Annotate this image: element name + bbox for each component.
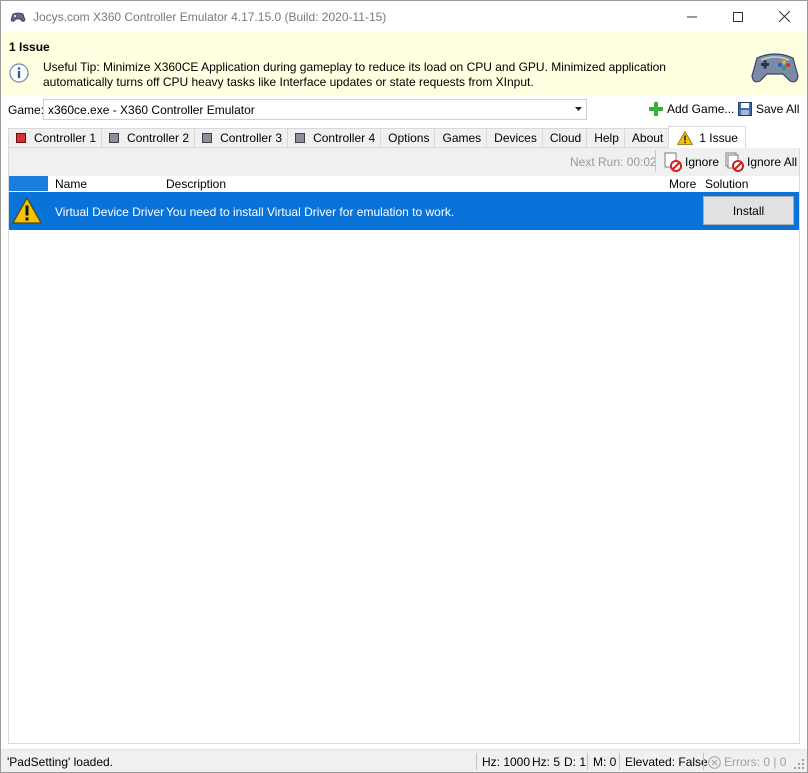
status-errors[interactable]: Errors: 0 | 0 — [708, 755, 786, 769]
app-window: Jocys.com X360 Controller Emulator 4.17.… — [0, 0, 808, 773]
tab-label: Controller 1 — [34, 131, 97, 145]
tab-strip: Controller 1 Controller 2 Controller 3 C… — [8, 126, 746, 148]
status-message: 'PadSetting' loaded. — [7, 755, 113, 769]
status-separator — [587, 753, 588, 770]
tab-label: Controller 2 — [127, 131, 190, 145]
game-select-value: x360ce.exe - X360 Controller Emulator — [48, 103, 255, 117]
tab-label: Games — [442, 131, 482, 145]
tab-label: Help — [594, 131, 619, 145]
controller-red-icon — [16, 133, 26, 143]
tab-label: Controller 3 — [220, 131, 283, 145]
column-header-name[interactable]: Name — [55, 177, 87, 191]
tip-title: 1 Issue — [9, 40, 50, 54]
warning-icon — [12, 197, 42, 224]
status-separator — [619, 753, 620, 770]
ignore-all-button[interactable]: Ignore All — [725, 152, 797, 172]
issue-description: You need to install Virtual Driver for e… — [166, 205, 455, 219]
tab-options[interactable]: Options — [380, 128, 435, 148]
save-all-button[interactable]: Save All — [738, 102, 799, 116]
status-hz: Hz: 1000 — [482, 755, 531, 769]
ignore-button[interactable]: Ignore — [663, 152, 719, 172]
gamepad-icon — [751, 53, 799, 83]
error-icon — [708, 755, 721, 769]
tab-label: Devices — [494, 131, 537, 145]
dropdown-arrow-icon — [575, 107, 582, 111]
column-header-more[interactable]: More — [669, 177, 696, 191]
minimize-icon — [687, 16, 697, 17]
status-d: D: 1 — [564, 755, 587, 769]
status-bar: 'PadSetting' loaded. Hz: 1000 Hz: 5 D: 1… — [1, 749, 807, 772]
tip-banner: 1 Issue Useful Tip: Minimize X360CE Appl… — [1, 32, 807, 96]
tab-cloud[interactable]: Cloud — [541, 128, 587, 148]
tab-controller-3[interactable]: Controller 3 — [194, 128, 288, 148]
controller-gray-icon — [202, 133, 213, 143]
issues-toolbar: Next Run: 00:02 Ignore Ignore All — [9, 148, 799, 176]
tab-controller-2[interactable]: Controller 2 — [101, 128, 195, 148]
info-icon — [9, 63, 29, 83]
tab-label: 1 Issue — [699, 130, 738, 145]
tab-issues[interactable]: 1 Issue — [668, 126, 746, 148]
column-header-description[interactable]: Description — [166, 177, 226, 191]
title-bar[interactable]: Jocys.com X360 Controller Emulator 4.17.… — [1, 1, 807, 32]
ignore-all-label: Ignore All — [747, 155, 798, 169]
tab-controller-4[interactable]: Controller 4 — [287, 128, 381, 148]
maximize-icon — [733, 11, 743, 22]
minimize-button[interactable] — [669, 1, 715, 32]
status-hz-secondary: Hz: 5 — [532, 755, 561, 769]
warning-icon — [677, 130, 694, 145]
tab-devices[interactable]: Devices — [486, 128, 542, 148]
status-m: M: 0 — [593, 755, 617, 769]
tab-controller-1[interactable]: Controller 1 — [8, 128, 102, 148]
tab-label: Controller 4 — [313, 131, 376, 145]
maximize-button[interactable] — [715, 1, 761, 32]
add-game-label: Add Game... — [667, 102, 735, 116]
row-selector-header[interactable] — [9, 176, 48, 191]
controller-gray-icon — [295, 133, 306, 143]
install-button[interactable]: Install — [703, 196, 794, 225]
save-icon — [738, 102, 752, 116]
grid-header: Name Description More Solution — [9, 176, 799, 192]
add-game-button[interactable]: Add Game... — [649, 102, 734, 116]
status-separator — [703, 753, 704, 770]
ignore-all-icon — [725, 152, 744, 172]
tab-label: About — [631, 131, 664, 145]
close-icon — [778, 11, 790, 22]
add-icon — [649, 102, 663, 116]
status-separator — [476, 753, 477, 770]
ignore-label: Ignore — [685, 155, 720, 169]
status-elevated: Elevated: False — [625, 755, 708, 769]
toolbar-separator — [655, 150, 656, 172]
gamepad-app-icon — [10, 12, 26, 22]
next-run-label: Next Run: 00:02 — [570, 155, 657, 169]
table-row[interactable]: Virtual Device Driver You need to instal… — [9, 192, 799, 230]
tab-help[interactable]: Help — [586, 128, 624, 148]
column-header-solution[interactable]: Solution — [705, 177, 748, 191]
game-select[interactable]: x360ce.exe - X360 Controller Emulator — [43, 99, 587, 120]
issue-name: Virtual Device Driver — [55, 205, 165, 219]
status-errors-label: Errors: 0 | 0 — [724, 755, 787, 769]
issues-panel: Next Run: 00:02 Ignore Ignore All Name D… — [8, 148, 800, 744]
tip-text: Useful Tip: Minimize X360CE Application … — [43, 60, 666, 89]
save-all-label: Save All — [756, 102, 800, 116]
controller-gray-icon — [109, 133, 120, 143]
tab-about[interactable]: About — [623, 128, 669, 148]
tab-label: Cloud — [549, 131, 582, 145]
tab-games[interactable]: Games — [434, 128, 487, 148]
ignore-icon — [664, 152, 682, 172]
tab-label: Options — [388, 131, 430, 145]
resize-grip-icon[interactable] — [794, 759, 805, 770]
game-label: Game: — [8, 103, 45, 117]
close-button[interactable] — [761, 1, 807, 32]
window-title: Jocys.com X360 Controller Emulator 4.17.… — [33, 9, 387, 24]
game-row: Game: x360ce.exe - X360 Controller Emula… — [1, 97, 807, 123]
